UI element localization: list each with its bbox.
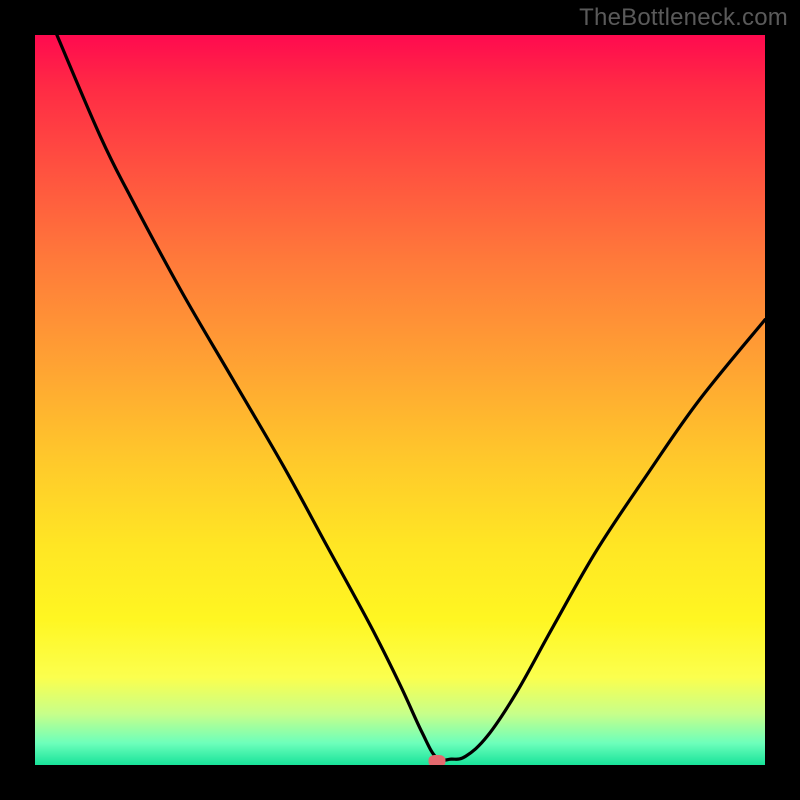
watermark-text: TheBottleneck.com xyxy=(579,4,788,32)
optimum-marker xyxy=(428,755,445,765)
plot-area xyxy=(35,35,765,765)
chart-frame: TheBottleneck.com xyxy=(0,0,800,800)
curve-path xyxy=(57,35,765,760)
bottleneck-curve xyxy=(35,35,765,765)
